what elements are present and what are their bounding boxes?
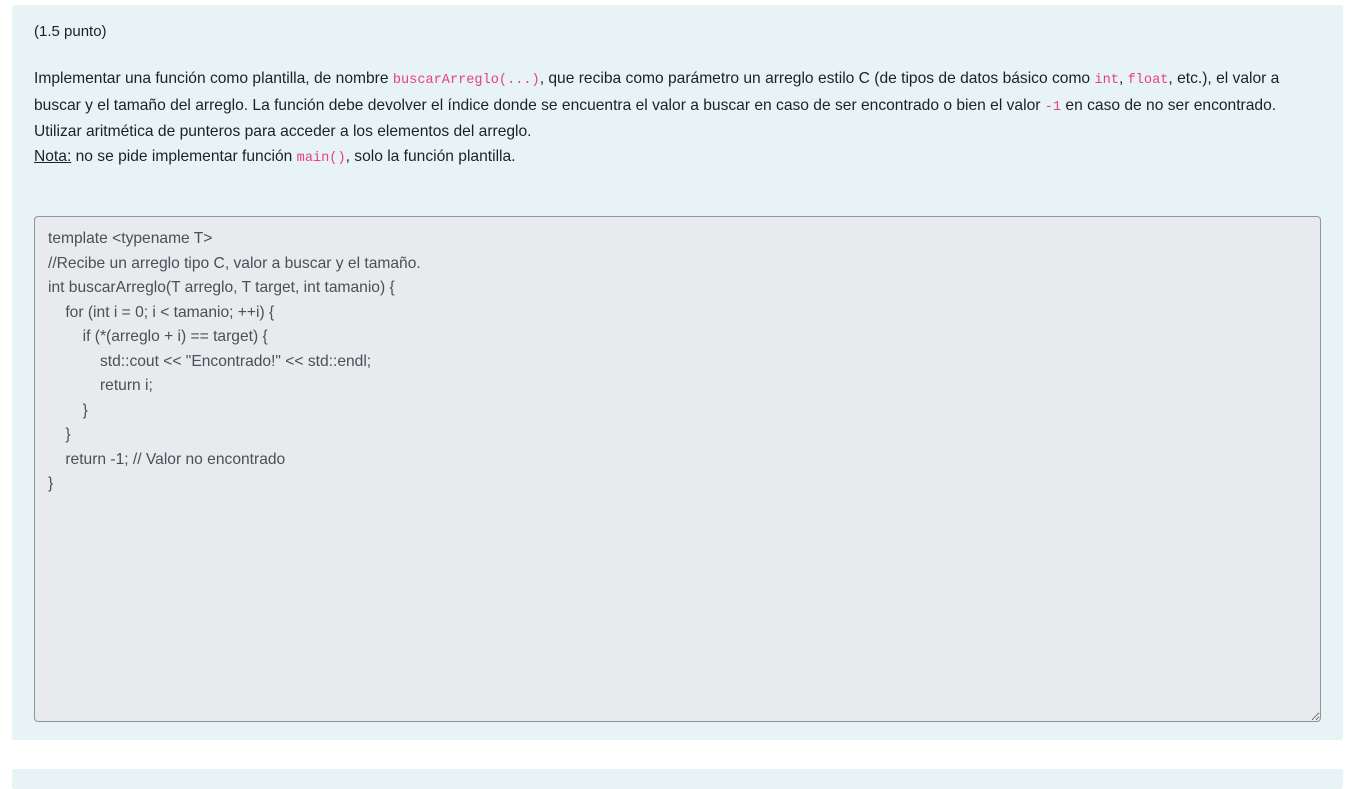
- note-label: Nota:: [34, 147, 72, 165]
- question-card: (1.5 punto) Implementar una función como…: [12, 5, 1343, 740]
- note-text: , solo la función plantilla.: [345, 147, 516, 165]
- main-function-code: main(): [296, 150, 346, 166]
- note-text: no se pide implementar función: [71, 147, 297, 165]
- minus-one-code: -1: [1044, 99, 1062, 115]
- prompt-text: ,: [1118, 70, 1128, 87]
- int-type-code: int: [1094, 73, 1119, 88]
- prompt-text: Implementar una función como plantilla, …: [34, 70, 393, 87]
- next-question-card: [12, 769, 1343, 789]
- function-name-code: buscarArreglo(...): [392, 73, 540, 88]
- question-points: (1.5 punto): [34, 23, 107, 40]
- answer-textarea[interactable]: template <typename T> //Recibe un arregl…: [34, 216, 1321, 722]
- question-prompt: Implementar una función como plantilla, …: [34, 67, 1324, 171]
- prompt-text: , que reciba como parámetro un arreglo e…: [539, 70, 1095, 87]
- float-type-code: float: [1127, 73, 1169, 88]
